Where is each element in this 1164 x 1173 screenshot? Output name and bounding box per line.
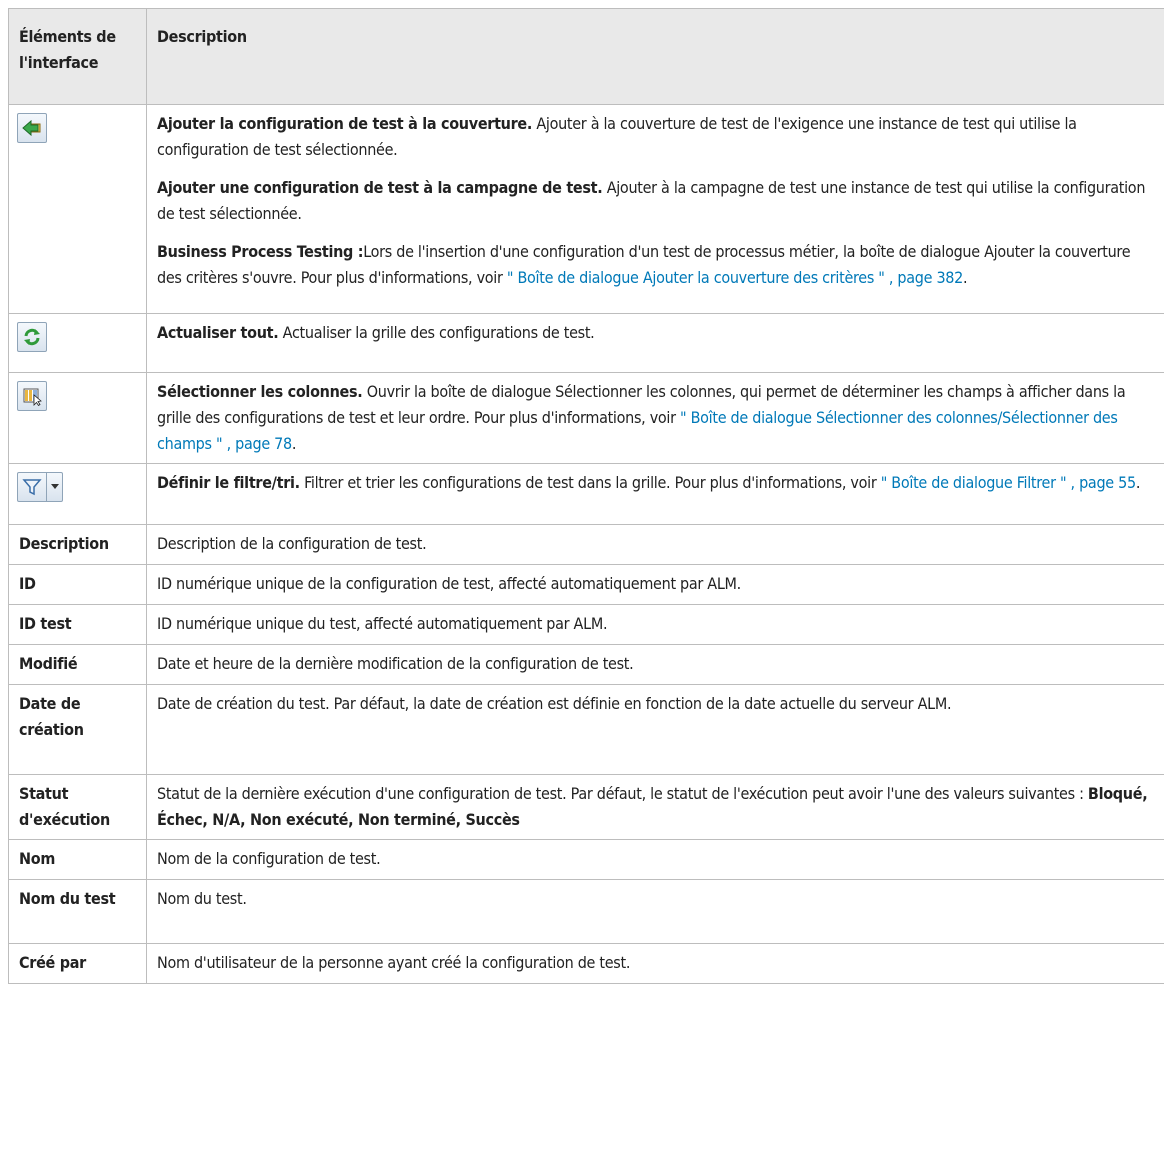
field-label-name: Nom — [8, 839, 147, 880]
field-text-created-by: Nom d'utilisateur de la personne ayant c… — [146, 943, 1164, 984]
filter-text: Filtrer et trier les configurations de t… — [299, 473, 881, 492]
filter-icon[interactable] — [17, 472, 47, 502]
table-row: Sélectionner les colonnes. Ouvrir la boî… — [8, 372, 1164, 464]
table-row: Ajouter la configuration de test à la co… — [8, 104, 1164, 314]
select-columns-end: . — [291, 434, 297, 453]
table-row: Date de création Date de création du tes… — [8, 684, 1164, 775]
field-text-id: ID numérique unique de la configuration … — [146, 564, 1164, 605]
dropdown-arrow-icon[interactable] — [47, 472, 63, 502]
exec-status-text: Statut de la dernière exécution d'une co… — [157, 784, 1088, 803]
refresh-title: Actualiser tout. — [157, 323, 279, 342]
add-config-para-3: Business Process Testing :Lors de l'inse… — [157, 239, 1155, 291]
header-description: Description — [146, 8, 1164, 105]
refresh-description: Actualiser tout. Actualiser la grille de… — [146, 313, 1164, 373]
field-text-exec-status: Statut de la dernière exécution d'une co… — [146, 774, 1164, 840]
table-row: Nom Nom de la configuration de test. — [8, 839, 1164, 880]
field-label-modified: Modifié — [8, 644, 147, 685]
select-columns-icon[interactable] — [17, 381, 47, 411]
add-config-icon-cell — [8, 104, 147, 314]
table-row: Actualiser tout. Actualiser la grille de… — [8, 313, 1164, 373]
refresh-icon[interactable] — [17, 322, 47, 352]
table-row: ID test ID numérique unique du test, aff… — [8, 604, 1164, 645]
add-config-para-1: Ajouter la configuration de test à la co… — [157, 111, 1155, 163]
table-row: Modifié Date et heure de la dernière mod… — [8, 644, 1164, 685]
select-columns-title: Sélectionner les colonnes. — [157, 382, 363, 401]
add-to-coverage-icon[interactable] — [17, 113, 47, 143]
add-config-description: Ajouter la configuration de test à la co… — [146, 104, 1164, 314]
table-row: Nom du test Nom du test. — [8, 879, 1164, 944]
field-label-test-name: Nom du test — [8, 879, 147, 944]
field-text-test-name: Nom du test. — [146, 879, 1164, 944]
table-row: Description Description de la configurat… — [8, 524, 1164, 565]
field-label-creation-date: Date de création — [8, 684, 147, 775]
criteria-coverage-link[interactable]: " Boîte de dialogue Ajouter la couvertur… — [507, 268, 963, 287]
add-coverage-title: Ajouter la configuration de test à la co… — [157, 114, 533, 133]
add-campaign-title: Ajouter une configuration de test à la c… — [157, 178, 603, 197]
filter-description: Définir le filtre/tri. Filtrer et trier … — [146, 463, 1164, 525]
add-config-para-2: Ajouter une configuration de test à la c… — [157, 175, 1155, 227]
field-text-creation-date: Date de création du test. Par défaut, la… — [146, 684, 1164, 775]
filter-title: Définir le filtre/tri. — [157, 473, 300, 492]
header-ui-elements: Éléments de l'interface — [8, 8, 147, 105]
field-label-id: ID — [8, 564, 147, 605]
field-text-modified: Date et heure de la dernière modificatio… — [146, 644, 1164, 685]
field-text-test-id: ID numérique unique du test, affecté aut… — [146, 604, 1164, 645]
table-row: Créé par Nom d'utilisateur de la personn… — [8, 943, 1164, 984]
filter-end: . — [1135, 473, 1141, 492]
table-header-row: Éléments de l'interface Description — [8, 8, 1164, 105]
refresh-icon-cell — [8, 313, 147, 373]
filter-button[interactable] — [17, 472, 63, 502]
select-columns-icon-cell — [8, 372, 147, 464]
refresh-text: Actualiser la grille des configurations … — [278, 323, 595, 342]
table-row: Définir le filtre/tri. Filtrer et trier … — [8, 463, 1164, 525]
field-label-created-by: Créé par — [8, 943, 147, 984]
ui-elements-table: Éléments de l'interface Description Ajou… — [8, 8, 1164, 984]
field-label-test-id: ID test — [8, 604, 147, 645]
table-row: Statut d'exécution Statut de la dernière… — [8, 774, 1164, 840]
bpt-end: . — [963, 268, 968, 287]
field-text-description: Description de la configuration de test. — [146, 524, 1164, 565]
field-label-exec-status: Statut d'exécution — [8, 774, 147, 840]
filter-icon-cell — [8, 463, 147, 525]
select-columns-description: Sélectionner les colonnes. Ouvrir la boî… — [146, 372, 1164, 464]
bpt-title: Business Process Testing : — [157, 242, 364, 261]
field-label-description: Description — [8, 524, 147, 565]
filter-link[interactable]: " Boîte de dialogue Filtrer " , page 55 — [881, 473, 1136, 492]
field-text-name: Nom de la configuration de test. — [146, 839, 1164, 880]
table-row: ID ID numérique unique de la configurati… — [8, 564, 1164, 605]
